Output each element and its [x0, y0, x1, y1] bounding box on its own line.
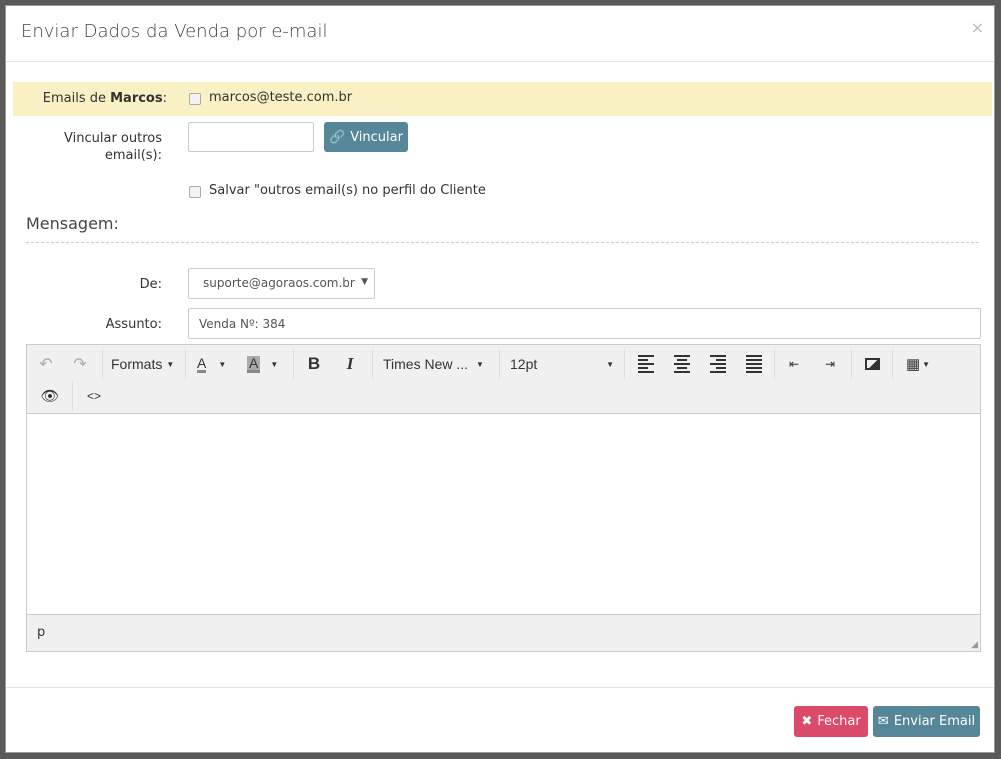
align-right-icon[interactable]	[705, 349, 731, 379]
separator	[72, 381, 73, 411]
background-color-button[interactable]: A ▼	[247, 349, 278, 379]
separator	[892, 349, 893, 379]
separator	[499, 349, 500, 379]
modal-title: Enviar Dados da Venda por e-mail	[21, 21, 328, 42]
close-button[interactable]: ✖ Fechar	[794, 706, 868, 737]
from-select[interactable]: suporte@agoraos.com.br ▼	[188, 268, 375, 299]
bold-button[interactable]: B	[301, 349, 327, 379]
formats-label: Formats	[111, 356, 163, 372]
font-family-label: Times New ...	[383, 356, 469, 372]
separator	[624, 349, 625, 379]
align-left-icon[interactable]	[633, 349, 659, 379]
client-email-checkbox[interactable]	[189, 93, 201, 105]
modal-footer	[6, 687, 994, 688]
indent-icon[interactable]: ⇥	[817, 349, 843, 379]
font-family-dropdown[interactable]: Times New ... ▼	[383, 349, 484, 379]
subject-label: Assunto:	[105, 317, 162, 332]
save-emails-label: Salvar "outros email(s) no perfil do Cli…	[209, 183, 486, 198]
modal-header: Enviar Dados da Venda por e-mail ×	[6, 6, 994, 62]
editor-toolbar: ↶ ↷ Formats ▼ A ▼ A ▼ B I Times New ... ▼ 12…	[27, 345, 980, 414]
envelope-icon: ✉	[877, 714, 889, 729]
from-label: De:	[139, 277, 162, 292]
outdent-icon[interactable]: ⇤	[781, 349, 807, 379]
undo-icon[interactable]: ↶	[31, 349, 61, 379]
separator	[102, 349, 103, 379]
text-color-icon: A	[197, 354, 207, 373]
separator	[851, 349, 852, 379]
font-size-label: 12pt	[510, 356, 538, 372]
text-color-button[interactable]: A ▼	[197, 349, 226, 379]
message-section-title: Mensagem:	[26, 214, 119, 233]
close-icon[interactable]: ×	[971, 18, 984, 37]
send-email-label: Enviar Email	[893, 714, 976, 729]
other-emails-input[interactable]	[188, 122, 314, 152]
link-icon: 🔗	[329, 129, 346, 145]
separator	[293, 349, 294, 379]
subject-input[interactable]: Venda Nº: 384	[188, 308, 981, 339]
link-emails-label: Vincular outros email(s):	[64, 131, 162, 163]
rich-text-editor: ↶ ↷ Formats ▼ A ▼ A ▼ B I Times New ... ▼ 12…	[26, 344, 981, 652]
from-value: suporte@agoraos.com.br	[203, 276, 355, 290]
chevron-down-icon: ▼	[361, 277, 368, 287]
image-icon[interactable]	[859, 349, 885, 379]
background-color-icon: A	[247, 354, 261, 373]
editor-content[interactable]	[27, 414, 980, 614]
email-modal: Enviar Dados da Venda por e-mail × Email…	[5, 5, 995, 753]
italic-button[interactable]: I	[337, 349, 363, 379]
editor-statusbar: p ◢	[27, 614, 980, 651]
table-icon[interactable]: ▦ ▼	[901, 349, 935, 379]
save-emails-checkbox[interactable]	[189, 186, 201, 198]
font-size-dropdown[interactable]: 12pt ▼	[510, 349, 614, 379]
link-button-label: Vincular	[350, 129, 403, 145]
redo-icon[interactable]: ↷	[65, 349, 95, 379]
resize-handle-icon[interactable]: ◢	[971, 640, 978, 650]
divider	[26, 242, 979, 243]
client-name: Marcos	[110, 91, 163, 106]
align-justify-icon[interactable]	[741, 349, 767, 379]
separator	[774, 349, 775, 379]
separator	[372, 349, 373, 379]
client-emails-row: Emails de Marcos: marcos@teste.com.br	[13, 82, 992, 116]
label-suffix: :	[162, 91, 167, 106]
link-button[interactable]: 🔗 Vincular	[324, 122, 408, 152]
separator	[185, 349, 186, 379]
formats-dropdown[interactable]: Formats ▼	[111, 349, 174, 379]
label-prefix: Emails de	[42, 91, 111, 106]
client-emails-label: Emails de Marcos:	[43, 91, 167, 106]
source-code-icon[interactable]: <>	[79, 381, 109, 411]
align-center-icon[interactable]	[669, 349, 695, 379]
send-email-button[interactable]: ✉ Enviar Email	[873, 706, 980, 737]
element-path[interactable]: p	[37, 625, 45, 640]
close-button-label: Fechar	[817, 714, 861, 729]
preview-eye-icon[interactable]: 👁	[35, 381, 65, 411]
client-email-address: marcos@teste.com.br	[209, 90, 353, 105]
x-icon: ✖	[801, 714, 813, 729]
